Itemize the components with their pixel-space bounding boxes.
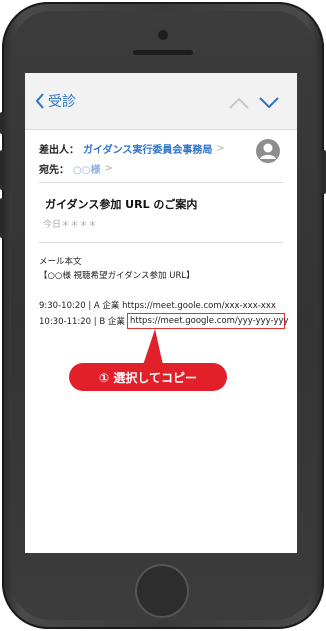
speaker — [133, 50, 193, 55]
home-button[interactable] — [135, 564, 189, 618]
instruction-callout: ① 選択してコピー — [69, 363, 227, 391]
volume-down-button — [0, 198, 4, 238]
power-button — [322, 150, 326, 194]
volume-up-button — [0, 150, 4, 190]
callout-pointer — [143, 329, 163, 365]
mute-switch — [0, 112, 4, 134]
mail-screen: 受診 差出人： ガイダンス実行委員会事務局 > 宛先： ○○様 > ガイダンス参… — [25, 73, 297, 553]
camera — [158, 30, 168, 40]
